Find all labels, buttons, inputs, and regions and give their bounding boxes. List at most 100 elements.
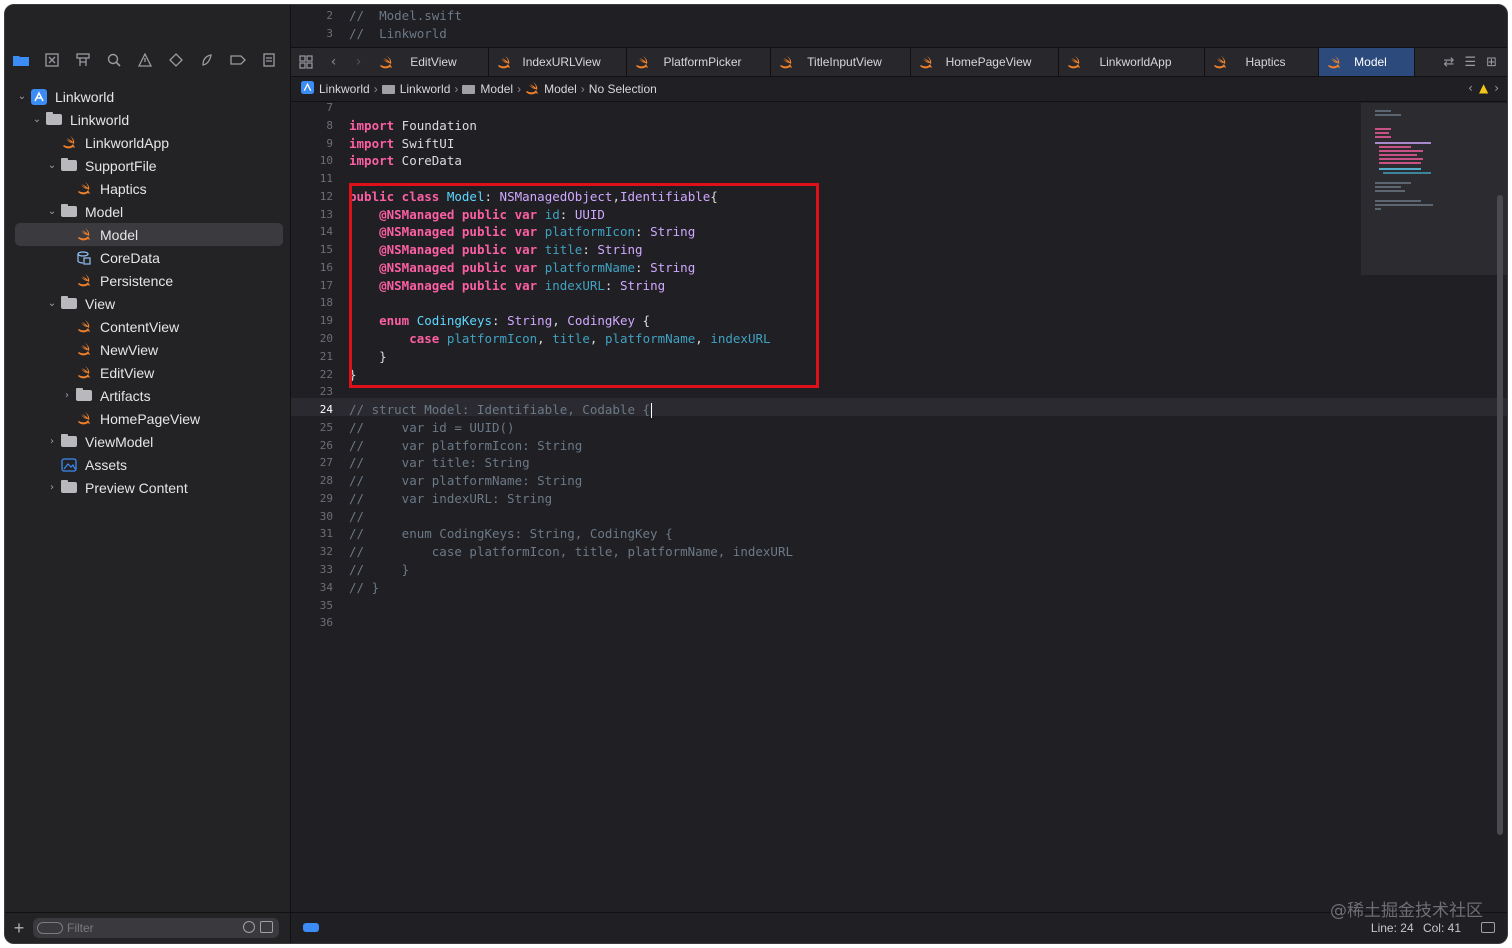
code-token: CoreData	[394, 153, 462, 169]
search-icon[interactable]	[98, 53, 129, 67]
minimap[interactable]	[1361, 103, 1507, 275]
warning-icon[interactable]	[129, 53, 160, 67]
tree-item[interactable]: ⌄ Model	[15, 200, 283, 223]
vertical-scrollbar[interactable]	[1497, 195, 1503, 835]
code-text: // var platformIcon: String	[349, 437, 582, 455]
coredata-model-icon	[74, 250, 94, 265]
tree-item[interactable]: HomePageView	[15, 407, 283, 430]
tab-bar: ‹ › EditView IndexURLView PlatformPicker Ti…	[291, 47, 1507, 77]
tree-item[interactable]: ⌄ Linkworld	[15, 85, 283, 108]
code-token: // Linkworld	[349, 26, 447, 41]
line-number: 29	[319, 491, 333, 505]
source-control-icon[interactable]	[36, 53, 67, 67]
line-number: 18	[319, 296, 333, 310]
tree-item[interactable]: › Preview Content	[15, 476, 283, 499]
editor-tab[interactable]: EditView	[371, 48, 489, 76]
editor-tab[interactable]: Haptics	[1205, 48, 1319, 76]
editor-tab[interactable]: LinkworldApp	[1059, 48, 1205, 76]
breadcrumb-item[interactable]: Model	[462, 82, 513, 96]
breadcrumb-item[interactable]: No Selection	[589, 82, 657, 96]
asset-catalog-icon	[59, 457, 79, 472]
add-icon[interactable]: +	[5, 918, 33, 939]
warning-indicator-icon[interactable]: ▲	[1479, 81, 1488, 95]
folder-icon	[381, 84, 395, 94]
tree-item[interactable]: ContentView	[15, 315, 283, 338]
filter-options-icon[interactable]	[37, 922, 63, 934]
tree-item[interactable]: ⌄ View	[15, 292, 283, 315]
code-token: import	[349, 117, 395, 133]
source-control-filter-icon[interactable]	[260, 921, 273, 933]
related-items-icon[interactable]: ⇄	[1444, 55, 1455, 70]
tree-item[interactable]: ⌄ Linkworld	[15, 108, 283, 131]
filter-bar: + Filter	[5, 912, 290, 943]
adjust-editor-icon[interactable]: ☰	[1464, 55, 1476, 70]
code-token: import	[349, 135, 395, 151]
tree-item[interactable]: CoreData	[15, 246, 283, 269]
debug-icon[interactable]	[191, 53, 222, 67]
grid-icon[interactable]	[291, 55, 321, 69]
tree-item[interactable]: Assets	[15, 453, 283, 476]
breadcrumb-item[interactable]: Linkworld	[301, 81, 370, 97]
breakpoint-icon[interactable]	[222, 54, 253, 66]
test-icon[interactable]	[160, 53, 191, 67]
symbol-icon[interactable]	[67, 53, 98, 67]
chevron-right-icon[interactable]: ›	[60, 390, 74, 401]
breadcrumb-separator: ›	[580, 82, 585, 96]
split-editor-icon[interactable]: ⊞	[1486, 55, 1497, 70]
tree-item-label: Artifacts	[100, 387, 151, 404]
tree-item[interactable]: › Artifacts	[15, 384, 283, 407]
code-text: // Linkworld	[349, 25, 447, 43]
folder-icon	[59, 434, 79, 449]
editor-tab[interactable]: PlatformPicker	[627, 48, 771, 76]
tree-item[interactable]: EditView	[15, 361, 283, 384]
filter-field[interactable]: Filter	[33, 918, 279, 938]
tree-item[interactable]: Persistence	[15, 269, 283, 292]
tree-item[interactable]: NewView	[15, 338, 283, 361]
swift-file-icon	[74, 342, 94, 357]
recent-files-icon[interactable]	[243, 921, 255, 933]
code-token: // var platformIcon: String	[349, 437, 583, 453]
folder-icon	[59, 158, 79, 173]
folder-icon[interactable]	[5, 54, 36, 66]
chevron-down-icon[interactable]: ⌄	[30, 114, 44, 125]
tree-item[interactable]: ⌄ SupportFile	[15, 154, 283, 177]
report-icon[interactable]	[253, 53, 284, 67]
editor-tab[interactable]: HomePageView	[911, 48, 1059, 76]
chevron-down-icon[interactable]: ⌄	[15, 91, 29, 102]
editor-tab[interactable]: TitleInputView	[771, 48, 911, 76]
code-text: // }	[349, 561, 409, 579]
folder-icon	[59, 296, 79, 311]
code-token: // case platformIcon, title, platformNam…	[349, 544, 794, 560]
inspector-toggle-icon[interactable]	[1481, 922, 1495, 933]
chevron-right-icon[interactable]: ›	[45, 482, 59, 493]
tree-item[interactable]: Model	[15, 223, 283, 246]
code-token: // Model.swift	[349, 8, 462, 23]
editor-tab[interactable]: IndexURLView	[489, 48, 627, 76]
forward-icon[interactable]: ›	[356, 54, 362, 70]
tree-item[interactable]: Haptics	[15, 177, 283, 200]
line-number: 30	[319, 509, 333, 523]
tree-item-label: Preview Content	[85, 479, 188, 496]
editor-tab[interactable]: Model	[1319, 48, 1415, 76]
back-icon[interactable]: ‹	[331, 54, 337, 70]
swift-file-icon	[919, 56, 932, 69]
code-token: // var indexURL: String	[349, 490, 553, 506]
tab-label: IndexURLView	[522, 55, 601, 69]
code-token: //	[349, 508, 365, 524]
chevron-down-icon[interactable]: ⌄	[45, 160, 59, 171]
chevron-down-icon[interactable]: ⌄	[45, 206, 59, 217]
tree-item[interactable]: LinkworldApp	[15, 131, 283, 154]
breadcrumb-item[interactable]: Linkworld	[381, 82, 450, 96]
breadcrumb-item[interactable]: Model	[525, 82, 577, 96]
swift-file-icon	[59, 135, 79, 150]
chevron-right-icon[interactable]: ›	[45, 436, 59, 447]
chevron-down-icon[interactable]: ⌄	[45, 298, 59, 309]
tree-item[interactable]: › ViewModel	[15, 430, 283, 453]
debug-area-toggle-icon[interactable]	[303, 923, 319, 932]
project-navigator: ⌄ Linkworld ⌄ Linkworld LinkworldApp ⌄ Support…	[5, 5, 291, 943]
code-token: // enum CodingKeys: String, CodingKey {	[349, 526, 673, 542]
next-issue-icon[interactable]: ›	[1494, 81, 1499, 95]
tree-item-label: Assets	[85, 456, 128, 473]
breadcrumb-label: Model	[544, 82, 577, 96]
previous-issue-icon[interactable]: ‹	[1468, 81, 1473, 95]
